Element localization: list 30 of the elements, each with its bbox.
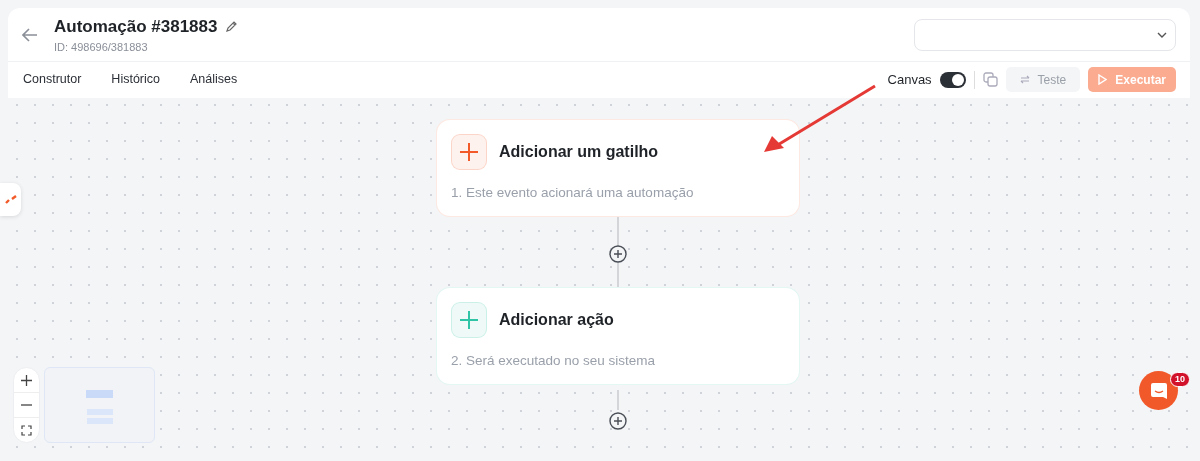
add-step-button[interactable]	[609, 243, 627, 261]
step-card[interactable]: Adicionar ação 2. Será executado no seu sistema	[436, 287, 800, 385]
chat-icon	[1149, 381, 1168, 400]
card-title: Adicionar ação	[499, 310, 614, 330]
canvas-toggle[interactable]	[939, 71, 966, 88]
fit-view-icon	[21, 424, 32, 436]
minus-icon	[21, 404, 32, 406]
logo-icon	[4, 195, 17, 204]
side-panel-tab[interactable]	[0, 183, 21, 216]
card-description: 2. Será executado no seu sistema	[451, 352, 657, 370]
minimap-nodes-drawing	[86, 390, 113, 424]
notification-badge: 10	[1170, 372, 1190, 387]
tab[interactable]: Histórico	[96, 70, 175, 89]
play-icon	[1098, 74, 1108, 85]
card-title: Adicionar um gatilho	[499, 142, 659, 162]
plus-icon	[21, 374, 32, 386]
card-description: 1. Este evento acionará uma automação	[451, 184, 695, 202]
copy-icon[interactable]	[982, 72, 998, 87]
add-step-button[interactable]	[609, 410, 627, 428]
tab[interactable]: Análises	[175, 70, 253, 89]
automation-id: ID: 498696/381883	[54, 40, 149, 55]
automation-title: Automação #381883	[54, 15, 218, 38]
step-card[interactable]: Adicionar um gatilho 1. Este evento acionará uma automação	[436, 119, 800, 217]
canvas-label: Canvas	[887, 70, 932, 89]
tab[interactable]: Construtor	[8, 70, 97, 89]
zoom-out-button[interactable]	[14, 392, 39, 418]
pencil-icon[interactable]	[225, 19, 239, 33]
swap-icon	[1019, 75, 1030, 84]
back-arrow-icon[interactable]	[22, 27, 38, 42]
chevron-down-icon	[1157, 31, 1167, 38]
